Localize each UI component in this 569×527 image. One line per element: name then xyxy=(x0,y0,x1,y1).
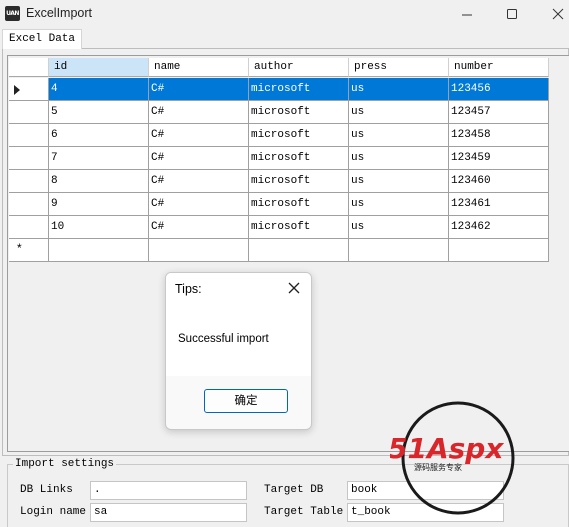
target-table-label: Target Table xyxy=(264,506,344,518)
close-icon xyxy=(288,282,300,294)
column-header-number[interactable]: number xyxy=(449,58,549,77)
column-header-press[interactable]: press xyxy=(349,58,449,77)
table-cell[interactable]: 123459 xyxy=(449,147,549,170)
table-cell[interactable]: 123460 xyxy=(449,170,549,193)
watermark-logo: 51Aspx 源码服务专家 xyxy=(390,401,515,515)
row-header[interactable] xyxy=(9,124,49,147)
minimize-button[interactable] xyxy=(444,0,490,28)
table-cell[interactable]: 123456 xyxy=(449,78,549,101)
db-links-label: DB Links xyxy=(20,484,73,496)
table-cell[interactable]: microsoft xyxy=(249,147,349,170)
new-row-marker: * xyxy=(17,241,22,255)
table-cell[interactable]: C# xyxy=(149,78,249,101)
table-cell[interactable]: 123462 xyxy=(449,216,549,239)
row-header[interactable] xyxy=(9,216,49,239)
current-row-arrow-icon xyxy=(14,85,20,95)
table-cell[interactable]: microsoft xyxy=(249,78,349,101)
table-cell[interactable]: microsoft xyxy=(249,124,349,147)
dialog-message: Successful import xyxy=(178,333,269,345)
table-cell[interactable]: us xyxy=(349,78,449,101)
table-cell[interactable]: 9 xyxy=(49,193,149,216)
close-icon xyxy=(552,8,564,20)
table-cell[interactable]: us xyxy=(349,101,449,124)
table-cell[interactable]: us xyxy=(349,170,449,193)
new-row-cell[interactable] xyxy=(249,239,349,262)
table-cell[interactable]: 7 xyxy=(49,147,149,170)
db-links-input[interactable]: . xyxy=(90,481,247,500)
column-header-id[interactable]: id xyxy=(49,58,149,77)
row-header[interactable] xyxy=(9,193,49,216)
table-cell[interactable]: 5 xyxy=(49,101,149,124)
dialog-close-button[interactable] xyxy=(287,281,301,295)
dialog-title: Tips: xyxy=(175,282,202,296)
dialog-ok-button[interactable]: 确定 xyxy=(204,389,288,413)
app-icon: UAN xyxy=(5,6,20,21)
table-cell[interactable]: 123461 xyxy=(449,193,549,216)
table-cell[interactable]: microsoft xyxy=(249,216,349,239)
grid-corner-header[interactable] xyxy=(9,58,49,77)
table-cell[interactable]: 123457 xyxy=(449,101,549,124)
tab-excel-data[interactable]: Excel Data xyxy=(2,29,83,49)
new-row-cell[interactable] xyxy=(149,239,249,262)
table-cell[interactable]: us xyxy=(349,216,449,239)
minimize-icon xyxy=(462,14,472,16)
tips-dialog: Tips: Successful import 确定 xyxy=(165,272,312,430)
table-cell[interactable]: 4 xyxy=(49,78,149,101)
column-header-author[interactable]: author xyxy=(249,58,349,77)
table-cell[interactable]: microsoft xyxy=(249,193,349,216)
close-button[interactable] xyxy=(535,0,569,28)
table-cell[interactable]: microsoft xyxy=(249,170,349,193)
new-row-header[interactable]: * xyxy=(9,239,49,262)
import-settings-legend: Import settings xyxy=(13,458,117,470)
watermark-text: 51Aspx xyxy=(390,432,504,465)
table-cell[interactable]: 6 xyxy=(49,124,149,147)
watermark-subtitle: 源码服务专家 xyxy=(414,462,462,472)
login-name-input[interactable]: sa xyxy=(90,503,247,522)
new-row-cell[interactable] xyxy=(449,239,549,262)
table-cell[interactable]: us xyxy=(349,147,449,170)
table-cell[interactable]: C# xyxy=(149,147,249,170)
maximize-button[interactable] xyxy=(489,0,535,28)
new-row-cell[interactable] xyxy=(49,239,149,262)
table-cell[interactable]: us xyxy=(349,193,449,216)
table-cell[interactable]: C# xyxy=(149,124,249,147)
row-header[interactable] xyxy=(9,170,49,193)
window-title: ExcelImport xyxy=(26,6,92,20)
target-db-label: Target DB xyxy=(264,484,324,496)
row-header[interactable] xyxy=(9,101,49,124)
table-cell[interactable]: 10 xyxy=(49,216,149,239)
table-cell[interactable]: C# xyxy=(149,216,249,239)
row-header[interactable] xyxy=(9,78,49,101)
table-cell[interactable]: us xyxy=(349,124,449,147)
new-row-cell[interactable] xyxy=(349,239,449,262)
table-cell[interactable]: C# xyxy=(149,170,249,193)
login-name-label: Login name xyxy=(20,506,87,518)
table-cell[interactable]: 8 xyxy=(49,170,149,193)
table-cell[interactable]: C# xyxy=(149,101,249,124)
row-header[interactable] xyxy=(9,147,49,170)
maximize-icon xyxy=(507,9,517,19)
table-cell[interactable]: microsoft xyxy=(249,101,349,124)
column-header-name[interactable]: name xyxy=(149,58,249,77)
table-cell[interactable]: C# xyxy=(149,193,249,216)
table-cell[interactable]: 123458 xyxy=(449,124,549,147)
